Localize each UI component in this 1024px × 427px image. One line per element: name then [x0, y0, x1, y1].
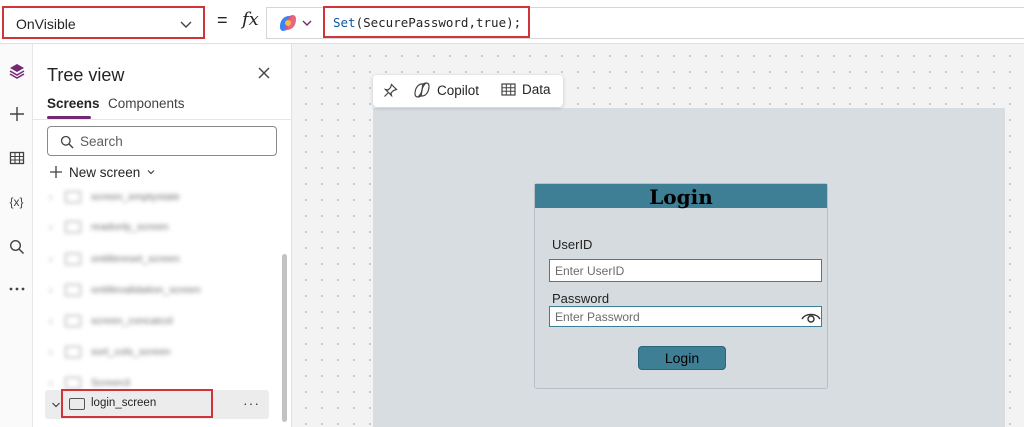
tab-divider: [33, 119, 292, 120]
new-screen-label: New screen: [69, 164, 141, 180]
search-icon[interactable]: [0, 232, 33, 262]
tree-search-box[interactable]: [47, 126, 277, 156]
screen-icon: [65, 253, 81, 265]
chevron-right-icon: ›: [49, 377, 53, 389]
new-screen-button[interactable]: New screen: [49, 161, 156, 183]
data-button[interactable]: Data: [501, 82, 551, 97]
chevron-right-icon: ›: [49, 191, 53, 203]
screen-icon: [65, 377, 81, 389]
pin-icon[interactable]: [383, 83, 398, 98]
chevron-right-icon: ›: [49, 221, 53, 233]
chevron-down-icon: [147, 170, 155, 175]
screen-icon: [65, 315, 81, 327]
tree-scrollbar[interactable]: [282, 254, 287, 422]
table-icon[interactable]: [0, 143, 33, 173]
tree-item-label: screen_concatcol: [91, 315, 173, 327]
chevron-down-icon: [302, 20, 312, 26]
password-label: Password: [552, 291, 610, 306]
fx-icon: fx: [242, 9, 259, 30]
formula-arguments: (SecurePassword,true);: [355, 15, 522, 30]
tree-item-label: ontitlereset_screen: [91, 253, 180, 265]
login-screen-label: login_screen: [91, 397, 157, 409]
tree-item-label: screen_emptystate: [91, 191, 180, 203]
tree-view-panel: Tree view Screens Components New screen …: [33, 44, 292, 427]
copilot-button[interactable]: Copilot: [413, 82, 479, 98]
chevron-right-icon: ›: [49, 284, 53, 296]
tree-item-screen[interactable]: › readonly_screen: [49, 216, 269, 238]
tree-item-label: readonly_screen: [91, 221, 169, 233]
copilot-formula-button[interactable]: [277, 13, 317, 33]
more-options-icon[interactable]: ···: [243, 395, 260, 411]
copilot-icon: [280, 15, 296, 31]
tab-components[interactable]: Components: [108, 96, 185, 111]
tree-item-label: Screen3: [91, 377, 131, 389]
login-card: Login UserID Password Login: [534, 183, 828, 389]
tree-item-screen[interactable]: › screen_concatcol: [49, 310, 269, 332]
chevron-right-icon: ›: [49, 315, 53, 327]
login-button[interactable]: Login: [638, 346, 726, 370]
chevron-down-icon: [180, 21, 192, 28]
tree-item-label: sort_cols_screen: [91, 346, 171, 358]
data-label: Data: [522, 82, 551, 97]
property-dropdown[interactable]: OnVisible: [2, 6, 205, 39]
screen-icon: [65, 284, 81, 296]
variables-glyph: {x}: [9, 195, 24, 209]
screen-icon: [65, 221, 81, 233]
chevron-down-icon[interactable]: [51, 400, 61, 410]
tree-item-screen[interactable]: › sort_cols_screen: [49, 341, 269, 363]
plus-icon[interactable]: [0, 99, 33, 129]
chevron-right-icon: ›: [49, 253, 53, 265]
tree-search-input[interactable]: [80, 134, 265, 149]
userid-label: UserID: [552, 237, 593, 252]
search-icon: [60, 135, 74, 149]
copilot-icon: [414, 82, 430, 98]
more-icon[interactable]: [0, 274, 33, 304]
formula-bar: OnVisible = fx Set(SecurePassword,true);: [0, 0, 1024, 44]
copilot-label: Copilot: [437, 82, 480, 98]
table-icon: [501, 83, 516, 96]
left-rail: {x}: [0, 44, 33, 427]
layers-icon[interactable]: [0, 56, 33, 86]
screen-icon: [65, 346, 81, 358]
formula-input[interactable]: Set(SecurePassword,true);: [323, 6, 530, 38]
screen-icon: [65, 191, 81, 203]
tree-item-screen[interactable]: › ontitlevalidation_screen: [49, 279, 269, 301]
tree-item-screen[interactable]: › screen_emptystate: [49, 186, 269, 208]
close-icon[interactable]: [257, 66, 271, 80]
variables-icon[interactable]: {x}: [0, 187, 33, 217]
login-screen-highlight: login_screen: [61, 389, 213, 418]
tab-screens[interactable]: Screens: [47, 96, 100, 111]
property-value: OnVisible: [16, 16, 76, 32]
password-input[interactable]: [549, 306, 822, 327]
equals-sign: =: [217, 10, 228, 30]
tree-item-screen[interactable]: › ontitlereset_screen: [49, 248, 269, 270]
chevron-right-icon: ›: [49, 346, 53, 358]
eye-icon[interactable]: [801, 310, 821, 324]
userid-input[interactable]: [549, 259, 822, 282]
tree-item-login-screen[interactable]: login_screen ···: [45, 389, 269, 419]
formula-function: Set: [333, 15, 356, 30]
formula-text: Set(SecurePassword,true);: [333, 15, 521, 30]
plus-icon: [50, 166, 62, 178]
tree-item-label: ontitlevalidation_screen: [91, 284, 201, 296]
canvas-toolbar: Copilot Data: [373, 75, 563, 107]
login-title: Login: [649, 185, 713, 209]
tree-view-title: Tree view: [47, 65, 125, 85]
screen-icon: [69, 398, 85, 410]
